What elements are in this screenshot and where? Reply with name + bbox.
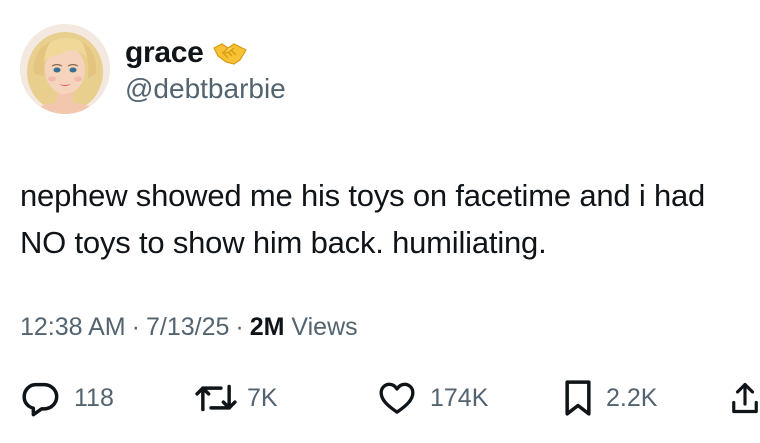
like-count: 174K — [430, 383, 489, 412]
avatar-image — [20, 24, 110, 114]
display-name[interactable]: grace — [125, 35, 204, 71]
tweet-meta: 12:38 AM · 7/13/25 · 2M Views — [20, 310, 358, 344]
tweet-text: nephew showed me his toys on facetime an… — [20, 178, 706, 260]
bookmark-count: 2.2K — [606, 383, 658, 412]
repost-count: 7K — [247, 383, 278, 412]
share-button[interactable] — [730, 376, 760, 420]
views-label[interactable]: Views — [291, 313, 357, 341]
reply-button[interactable]: 118 — [20, 376, 114, 420]
user-handle[interactable]: @debtbarbie — [125, 72, 286, 106]
repost-icon — [195, 384, 237, 412]
repost-button[interactable]: 7K — [193, 376, 278, 420]
handshake-icon — [212, 38, 248, 68]
reply-icon — [22, 382, 59, 417]
bookmark-button[interactable]: 2.2K — [560, 376, 657, 420]
reply-count: 118 — [74, 383, 114, 412]
views-count[interactable]: 2M — [250, 313, 285, 341]
tweet-time[interactable]: 12:38 AM — [20, 313, 126, 341]
name-row: grace — [125, 35, 248, 71]
meta-separator: · — [131, 313, 140, 341]
heart-icon — [379, 382, 415, 414]
tweet-card: grace @debtbarbie nephew showed me his t… — [0, 0, 760, 443]
meta-separator: · — [235, 313, 244, 341]
avatar[interactable] — [20, 24, 110, 114]
tweet-date[interactable]: 7/13/25 — [146, 313, 229, 341]
share-icon — [732, 382, 758, 414]
action-bar: 118 7K 174K 2.2K — [0, 376, 760, 420]
bookmark-icon — [565, 380, 591, 416]
like-button[interactable]: 174K — [376, 376, 488, 420]
